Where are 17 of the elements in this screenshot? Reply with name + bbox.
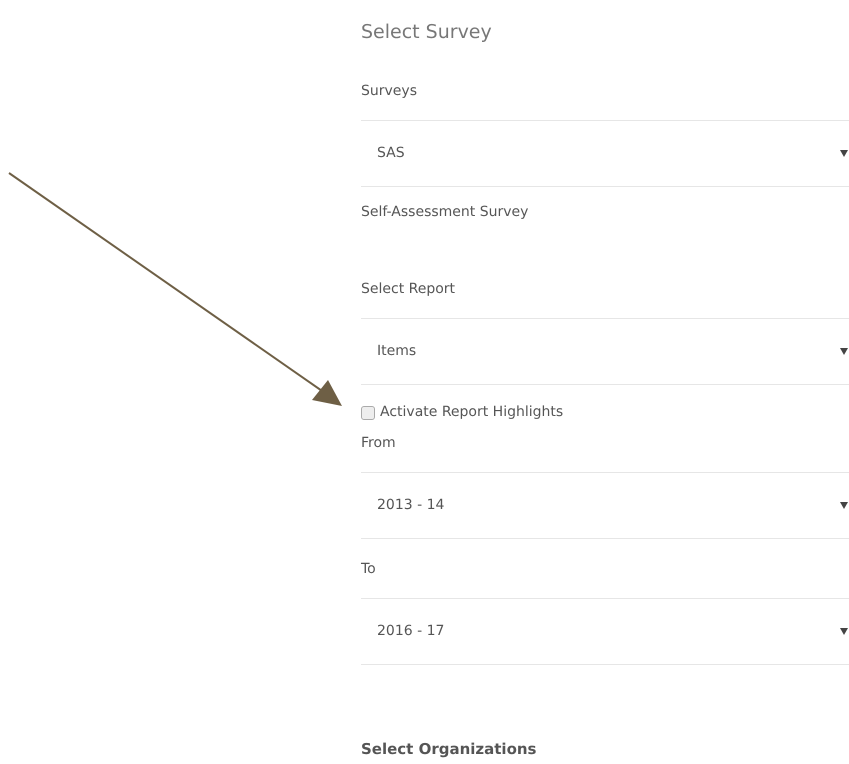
checkbox-label: Activate Report Highlights [380,403,564,422]
field-label: Surveys [361,82,417,100]
select-field[interactable]: 2016 - 17 [361,598,849,664]
select-field[interactable]: SAS [361,120,849,186]
caret-icon [840,348,848,354]
caret-icon [840,150,848,156]
section-heading: Select Organizations [361,740,536,758]
select-field[interactable]: 2013 - 14 [361,472,849,538]
caret-icon [840,628,848,634]
panel-title: Select Survey [361,21,492,43]
checkbox[interactable] [361,406,375,420]
field-label: From [361,434,396,452]
survey-description: Self-Assessment Survey [361,204,528,220]
field-label: Select Report [361,280,456,298]
field-label: To [361,560,376,578]
caret-icon [840,502,848,508]
select-field[interactable]: Items [361,318,849,384]
